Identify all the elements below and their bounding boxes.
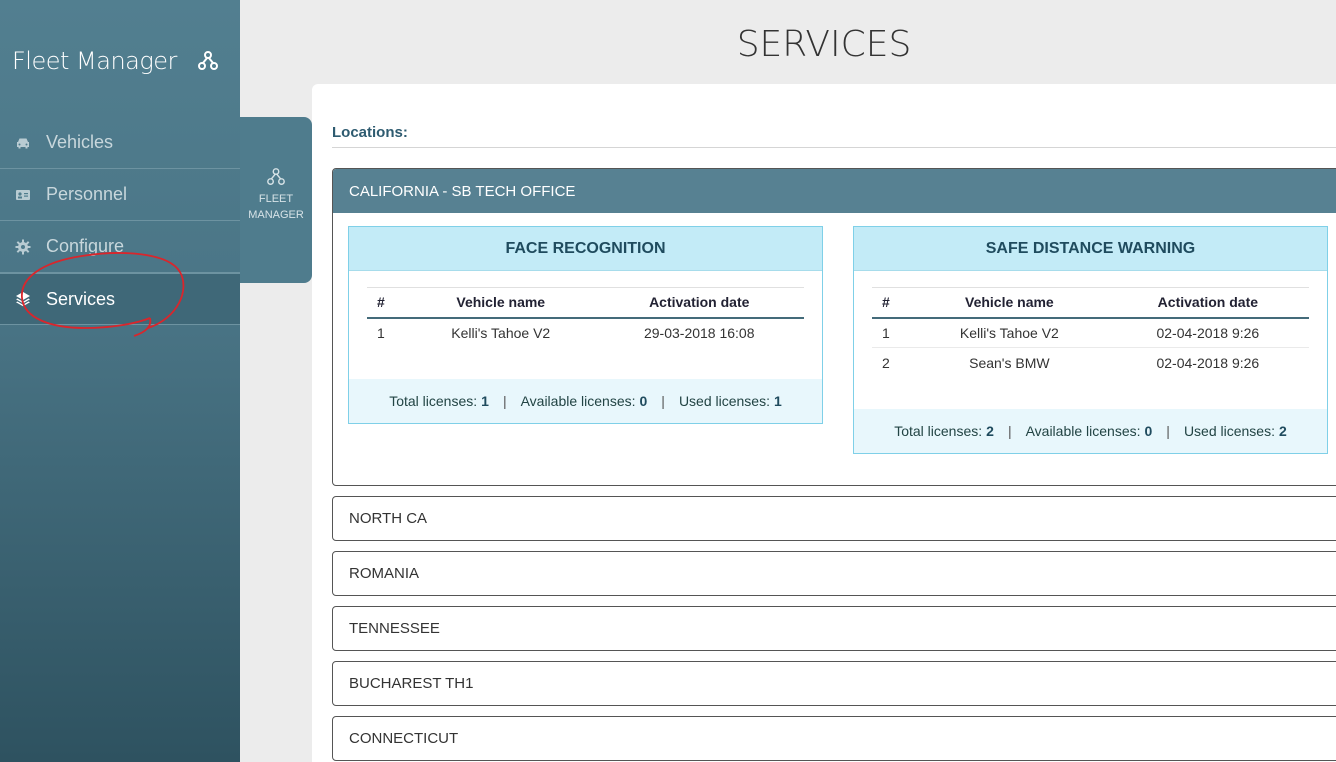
main-panel: Locations: CALIFORNIA - SB TECH OFFICE F…	[312, 84, 1336, 762]
sidebar-item-label: Services	[46, 288, 116, 309]
total-licenses-label: Total licenses:	[389, 393, 478, 409]
service-card-face-recognition: FACE RECOGNITION # Vehicle name Activati…	[348, 226, 823, 424]
separator: |	[1166, 423, 1170, 439]
table-header-row: # Vehicle name Activation date	[367, 287, 804, 319]
nodes-icon	[197, 51, 218, 70]
column-header: #	[872, 287, 912, 319]
used-licenses-label: Used licenses:	[1183, 423, 1275, 439]
available-licenses-label: Available licenses:	[1025, 423, 1141, 439]
used-licenses-value: 2	[1278, 423, 1287, 439]
table-row: 1 Kelli's Tahoe V2 02-04-2018 9:26	[872, 317, 1309, 348]
location-row-bucharest-th1[interactable]: BUCHAREST TH1	[332, 661, 1336, 706]
table-cell: Kelli's Tahoe V2	[451, 325, 551, 341]
divider	[332, 147, 1336, 148]
table-row: 2 Sean's BMW 02-04-2018 9:26	[872, 348, 1309, 378]
total-licenses-value: 2	[986, 423, 994, 439]
service-table: # Vehicle name Activation date 1 Kelli's…	[872, 287, 1309, 378]
sidebar-item-label: Configure	[46, 236, 125, 256]
location-header[interactable]: CALIFORNIA - SB TECH OFFICE	[333, 169, 1336, 213]
table-cell: Sean's BMW	[969, 354, 1050, 371]
location-row-north-ca[interactable]: NORTH CA	[332, 496, 1336, 541]
nodes-icon	[267, 168, 285, 185]
separator: |	[661, 393, 665, 409]
sidebar-item-vehicles[interactable]: Vehicles	[0, 117, 240, 169]
available-licenses-value: 0	[1144, 423, 1153, 439]
column-header: Vehicle name	[912, 287, 1107, 319]
gear-icon	[14, 238, 32, 256]
table-cell: 02-04-2018 9:26	[1106, 317, 1309, 348]
available-licenses-label: Available licenses:	[520, 393, 636, 409]
service-table: # Vehicle name Activation date 1 Kelli's…	[367, 287, 804, 348]
license-summary: Total licenses: 2 | Available licenses: 0 …	[854, 409, 1327, 453]
service-title: FACE RECOGNITION	[349, 227, 822, 271]
location-row-connecticut[interactable]: CONNECTICUT	[332, 716, 1336, 761]
column-header: #	[367, 287, 407, 319]
separator: |	[502, 393, 507, 409]
table-cell: Kelli's Tahoe V2	[912, 317, 1107, 348]
page-title: SERVICES	[736, 24, 912, 65]
car-icon	[14, 134, 32, 152]
table-header-row: # Vehicle name Activation date	[872, 287, 1309, 319]
table-cell: 1	[872, 317, 912, 348]
location-row-tennessee[interactable]: TENNESSEE	[332, 606, 1336, 651]
layers-icon	[14, 290, 32, 308]
license-summary: Total licenses: 1 | Available licenses: 0 …	[349, 379, 822, 423]
total-licenses-label: Total licenses:	[894, 423, 983, 439]
sidebar-item-configure[interactable]: Configure	[0, 221, 240, 273]
brand[interactable]: Fleet Manager	[12, 46, 232, 76]
column-header: Activation date	[594, 287, 804, 319]
used-licenses-label: Used licenses:	[678, 393, 770, 409]
sidebar-nav: Vehicles Personnel Configure Services	[0, 117, 240, 325]
fleet-manager-subtab[interactable]: FLEET MANAGER	[240, 117, 312, 283]
sidebar-item-services[interactable]: Services	[0, 273, 240, 325]
location-panel-expanded: CALIFORNIA - SB TECH OFFICE FACE RECOGNI…	[332, 168, 1336, 486]
id-card-icon	[14, 186, 32, 204]
column-header: Activation date	[1106, 287, 1309, 319]
brand-title: Fleet Manager	[12, 47, 177, 75]
sidebar: Fleet Manager Vehicles Personnel Configu…	[0, 0, 240, 762]
subtab-label: FLEET MANAGER	[248, 193, 304, 221]
sidebar-item-personnel[interactable]: Personnel	[0, 169, 240, 221]
table-row: 1 Kelli's Tahoe V2 29-03-2018 16:08	[367, 318, 804, 348]
table-cell: 02-04-2018 9:26	[1156, 354, 1260, 371]
separator: |	[1007, 423, 1012, 439]
sidebar-item-label: Personnel	[46, 184, 128, 204]
sidebar-item-label: Vehicles	[46, 132, 114, 152]
locations-label: Locations:	[332, 124, 408, 141]
column-header: Vehicle name	[407, 287, 595, 319]
table-cell: 29-03-2018 16:08	[643, 325, 755, 341]
table-cell: 2	[882, 354, 890, 371]
service-title: SAFE DISTANCE WARNING	[854, 227, 1327, 271]
available-licenses-value: 0	[639, 393, 648, 409]
used-licenses-value: 1	[773, 393, 782, 409]
table-cell: 1	[377, 325, 385, 341]
location-row-romania[interactable]: ROMANIA	[332, 551, 1336, 596]
total-licenses-value: 1	[481, 393, 489, 409]
service-card-safe-distance-warning: SAFE DISTANCE WARNING # Vehicle name Act…	[853, 226, 1328, 454]
